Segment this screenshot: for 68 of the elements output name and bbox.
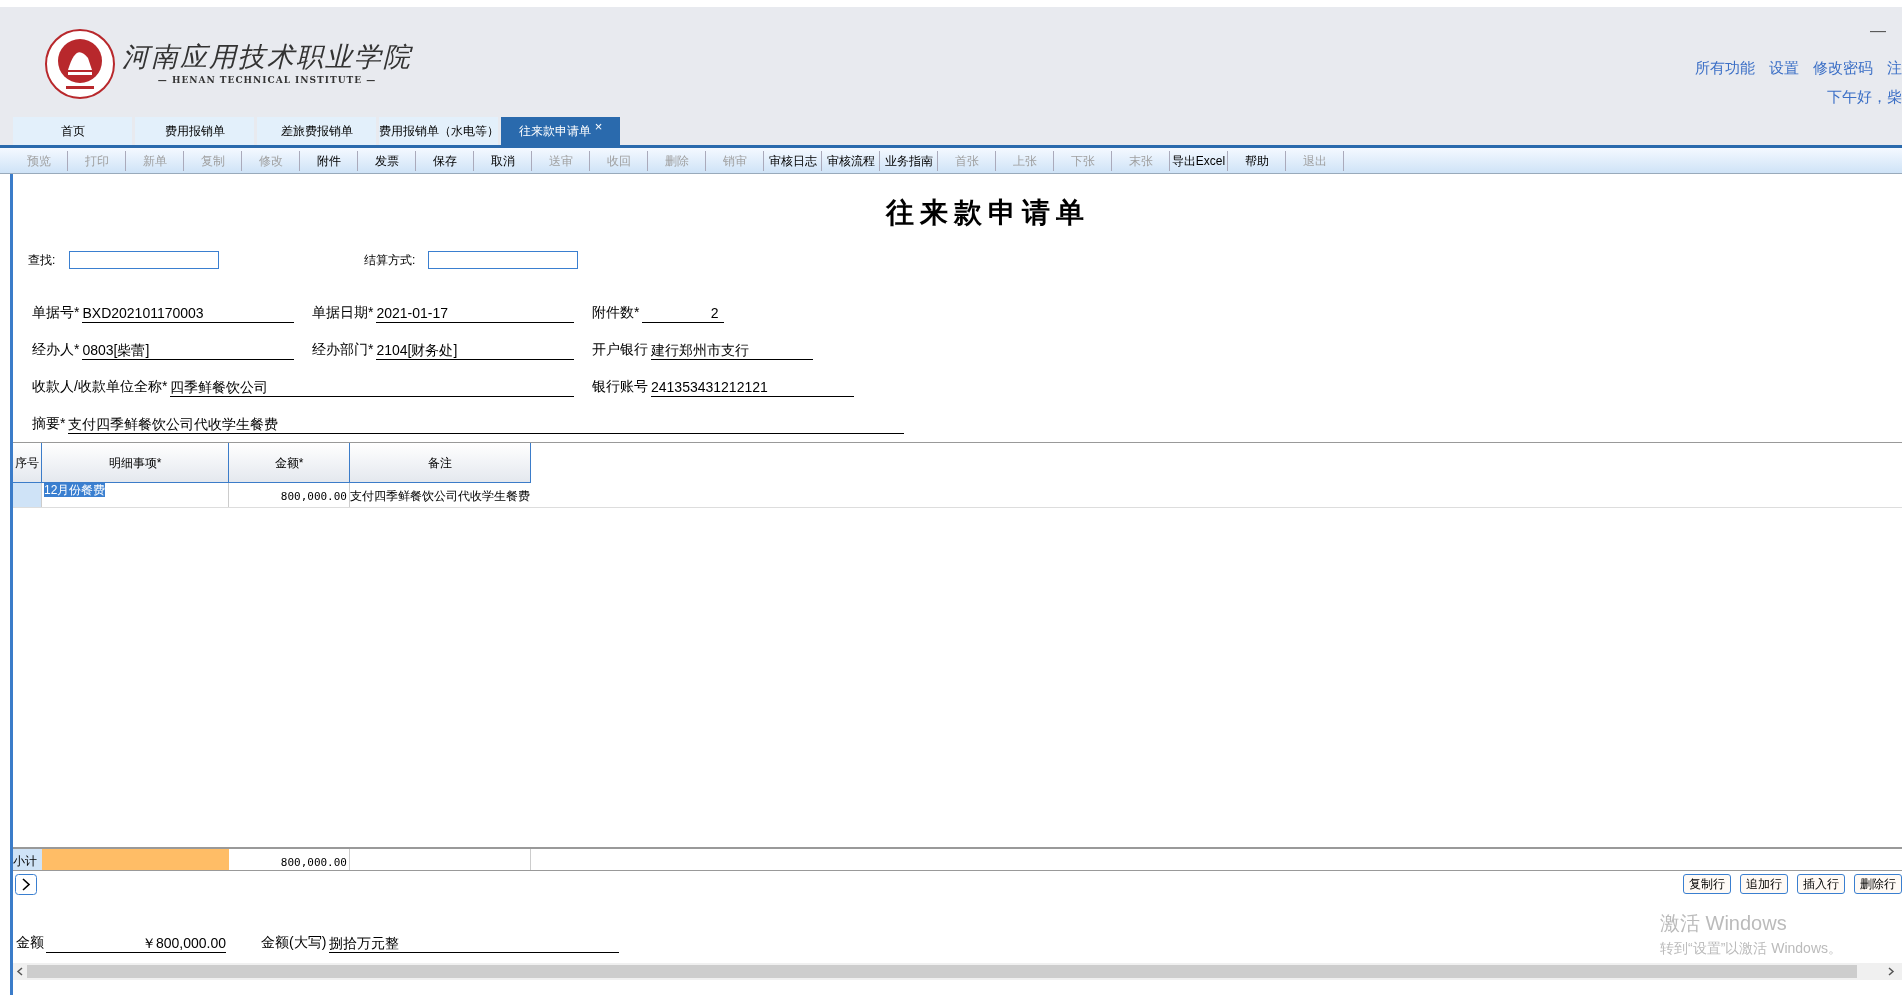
toolbar-button[interactable]: 发票 (358, 150, 416, 171)
toolbar-button[interactable]: 保存 (416, 150, 474, 171)
field-label: 银行账号 (592, 377, 648, 396)
toolbar-button[interactable]: 帮助 (1228, 150, 1286, 171)
field-label: 收款人/收款单位全称* (32, 377, 168, 396)
field-value: 241353431212121 (651, 378, 854, 397)
field-value: BXD202101170003 (82, 304, 294, 323)
settlement-field[interactable] (428, 251, 578, 269)
header-link[interactable]: 修改密码 (1813, 57, 1873, 80)
field-value: 支付四季鲜餐饮公司代收学生餐费 (68, 415, 904, 434)
emblem-logo (44, 28, 116, 100)
subtotal-label: 小计 (13, 849, 42, 870)
field-value: 2 (642, 304, 725, 323)
field-label: 附件数* (592, 303, 640, 322)
greeting-text: 下午好，柴 (1827, 86, 1902, 107)
row-action-button[interactable]: 复制行 (1683, 874, 1731, 894)
field-label: 查找: (28, 252, 57, 269)
field-label: 单据号* (32, 303, 80, 322)
table-cell: 800,000.00 (229, 483, 350, 507)
row-action-button[interactable]: 删除行 (1854, 874, 1902, 894)
field-value: 2104[财务处] (376, 341, 574, 360)
activation-subtitle: 转到“设置”以激活 Windows。 (1660, 939, 1842, 958)
tab[interactable]: 首页 (13, 117, 132, 145)
toolbar-button[interactable]: 审核流程 (822, 150, 880, 171)
field-value: ￥800,000.00 (46, 934, 226, 953)
table-cell: 12月份餐费 (44, 483, 106, 497)
column-header[interactable]: 备注 (350, 443, 531, 483)
horizontal-scrollbar[interactable] (13, 963, 1902, 980)
column-header[interactable]: 序号 (13, 443, 42, 483)
field-label: 结算方式: (364, 252, 417, 269)
field-value: 2021-01-17 (376, 304, 574, 323)
school-name-english: — HENAN TECHNICAL INSTITUTE — (157, 74, 377, 88)
field-label: 开户银行 (592, 340, 648, 359)
tab[interactable]: 往来款申请单 × (501, 117, 620, 145)
field-label: 单据日期* (312, 303, 374, 322)
tab[interactable]: 费用报销单（水电等） (379, 117, 498, 145)
field-label: 摘要* (32, 414, 66, 433)
header-link[interactable]: 注 (1887, 57, 1902, 80)
field-value: 0803[柴蕾] (82, 341, 294, 360)
activation-title: 激活 Windows (1660, 911, 1788, 936)
field-value: 四季鲜餐饮公司 (170, 378, 574, 397)
field-label: 经办部门* (312, 340, 374, 359)
toolbar-button[interactable]: 取消 (474, 150, 532, 171)
search-field[interactable] (69, 251, 219, 269)
field-value: 捌拾万元整 (329, 934, 620, 953)
toolbar-button[interactable]: 审核日志 (764, 150, 822, 171)
row-action-button[interactable]: 插入行 (1797, 874, 1845, 894)
tab[interactable]: 费用报销单 (135, 117, 254, 145)
field-value: 建行郑州市支行 (651, 341, 813, 360)
close-icon[interactable]: × (594, 117, 603, 137)
header-link[interactable]: 所有功能 (1695, 57, 1755, 80)
toolbar-button[interactable]: 业务指南 (880, 150, 938, 171)
field-label: 经办人* (32, 340, 80, 359)
minimize-button[interactable]: — (1870, 19, 1902, 49)
table-cell: 800,000.00 (229, 849, 350, 870)
field-label: 金额 (16, 933, 44, 952)
row-action-button[interactable]: 追加行 (1740, 874, 1788, 894)
field-label: 金额(大写) (261, 933, 327, 952)
form-title: 往来款申请单 (884, 195, 1091, 231)
school-name: 河南应用技术职业学院 (122, 41, 412, 75)
table-cell-text: 支付四季鲜餐饮公司代收学生餐费 (350, 488, 531, 505)
column-header[interactable]: 明细事项* (42, 443, 229, 483)
expand-button[interactable] (15, 873, 37, 895)
column-header[interactable]: 金额* (229, 443, 350, 483)
toolbar-button[interactable]: 附件 (300, 150, 358, 171)
tab[interactable]: 差旅费报销单 (257, 117, 376, 145)
header-link[interactable]: 设置 (1769, 57, 1799, 80)
toolbar-button[interactable]: 导出Excel (1170, 150, 1228, 171)
